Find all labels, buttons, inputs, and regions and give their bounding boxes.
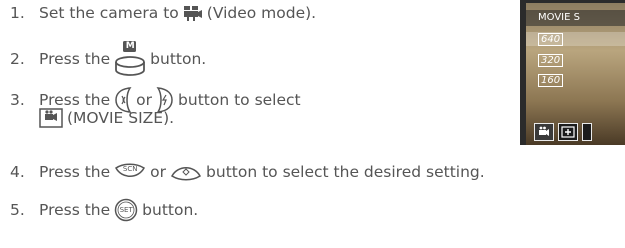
scn-up-button-icon: SCN [114,162,146,182]
step-text: button. [142,201,199,219]
step-number: 3. [10,91,25,109]
scn-label: SCN [122,165,138,173]
step-4: 4. Press the SCN or button to select the… [10,162,485,182]
menu-button-icon: M [114,40,146,78]
step-text: Press the [39,201,111,219]
step-text: Press the [39,91,111,109]
step-text: Set the camera to [39,4,179,22]
step-text: button. [150,50,207,68]
step-1: 1. Set the camera to (Video mode). [10,3,316,23]
set-label: SET [119,206,133,214]
set-button-icon: SET [114,198,138,222]
video-mode-icon [183,4,203,22]
step-number: 2. [10,50,25,68]
step-number: 1. [10,4,25,22]
step-text: or [150,163,167,181]
step-text: button to select [178,91,301,109]
camera-lcd-screenshot: MOVIE S 640 320 160 [520,0,625,145]
menu-button-label: M [125,41,135,51]
step-text: or [136,91,153,109]
down-button-icon [170,162,202,182]
step-text: Press the [39,163,111,181]
step-text: (Video mode). [206,4,317,22]
movie-size-icon [39,108,63,128]
lcd-frame [520,0,625,145]
step-text: (MOVIE SIZE). [67,109,175,127]
step-3-continued: (MOVIE SIZE). [39,108,174,128]
step-number: 4. [10,163,25,181]
step-text: button to select the desired setting. [206,163,485,181]
step-text: Press the [39,50,111,68]
step-number: 5. [10,201,25,219]
step-5: 5. Press the SET button. [10,198,198,222]
step-2: 2. Press the M button. [10,40,206,78]
